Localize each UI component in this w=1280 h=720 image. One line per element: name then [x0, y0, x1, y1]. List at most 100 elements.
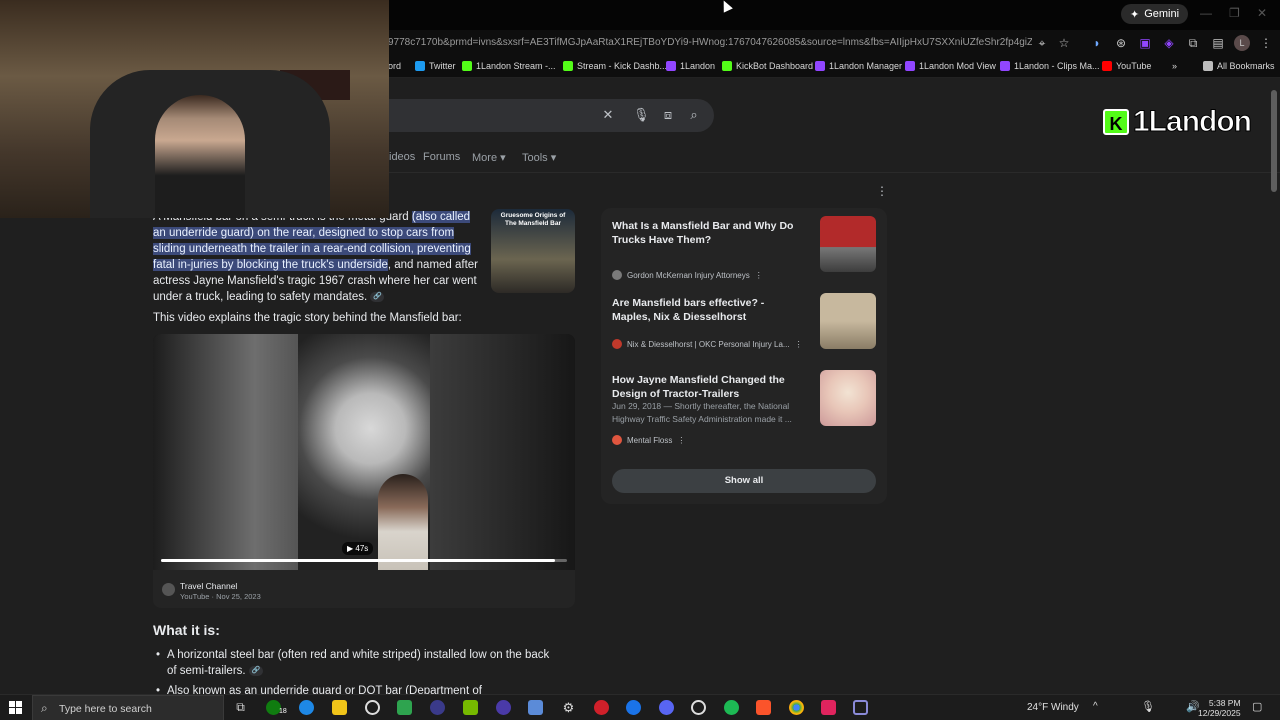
source-title[interactable]: How Jayne Mansfield Changed the Design o… — [612, 374, 802, 401]
channel-avatar — [162, 583, 175, 596]
more-options-icon[interactable]: ⋮ — [795, 340, 803, 349]
link-icon[interactable]: 🔗 — [248, 665, 263, 676]
clear-icon[interactable]: ✕ — [600, 107, 616, 123]
app-icon[interactable] — [853, 700, 868, 715]
bookmark-item[interactable]: 1Landon Stream -... — [462, 61, 556, 71]
windows-start-icon[interactable] — [9, 701, 22, 714]
source-thumbnail[interactable] — [820, 216, 876, 272]
weather-status[interactable]: 24°F Windy — [1027, 702, 1079, 713]
obs-icon[interactable] — [365, 700, 380, 715]
bookmark-star-icon[interactable]: ☆ — [1056, 35, 1072, 51]
source-title[interactable]: Are Mansfield bars effective? - Maples, … — [612, 297, 802, 324]
page-scrollbar[interactable] — [1271, 90, 1277, 192]
link-icon[interactable]: 🔗 — [370, 291, 385, 302]
bookmark-item[interactable]: All Bookmarks — [1203, 61, 1275, 71]
tab-videos[interactable]: ideos — [389, 151, 415, 163]
clock-date: 12/29/2025 — [1198, 708, 1241, 718]
file-explorer-icon[interactable] — [332, 700, 347, 715]
discord-icon[interactable] — [659, 700, 674, 715]
bookmark-item[interactable]: KickBot Dashboard — [722, 61, 813, 71]
tab-forums[interactable]: Forums — [423, 151, 460, 163]
bookmark-item[interactable]: 1Landon Manager — [815, 61, 902, 71]
app-icon[interactable] — [626, 700, 641, 715]
folder-icon — [1203, 61, 1213, 71]
chrome-icon[interactable] — [789, 700, 804, 715]
microphone-icon[interactable]: 🎙 — [1141, 700, 1155, 713]
menu-icon[interactable]: ⋮ — [1258, 35, 1274, 51]
video-progress-bar[interactable] — [161, 559, 567, 562]
calculator-icon[interactable] — [528, 700, 543, 715]
video-source[interactable]: Travel Channel YouTube · Nov 25, 2023 — [153, 570, 575, 608]
more-options-icon[interactable]: ⋮ — [677, 436, 685, 445]
maximize-icon[interactable]: ❐ — [1229, 6, 1240, 20]
bookmark-item[interactable]: 1Landon Mod View — [905, 61, 996, 71]
source-site: Nix & Diesselhorst | OKC Personal Injury… — [612, 339, 803, 349]
video-frame-left — [153, 334, 298, 570]
settings-gear-icon[interactable]: ⚙ — [561, 700, 576, 715]
spotify-icon[interactable] — [724, 700, 739, 715]
source-thumbnail[interactable] — [820, 293, 876, 349]
list-item: A horizontal steel bar (often red and wh… — [153, 647, 553, 679]
bookmark-label: 1Landon Manager — [829, 61, 903, 71]
app-icon[interactable] — [821, 700, 836, 715]
kick-icon — [563, 61, 573, 71]
source-title[interactable]: What Is a Mansfield Bar and Why Do Truck… — [612, 220, 802, 247]
show-all-button[interactable]: Show all — [612, 469, 876, 493]
bookmark-item[interactable]: Stream - Kick Dashb... — [563, 61, 667, 71]
tools-button[interactable]: Tools ▾ — [522, 151, 556, 164]
search-icon[interactable]: ⌕ — [686, 107, 702, 123]
store-icon[interactable] — [397, 700, 412, 715]
location-icon[interactable]: ⌖ — [1034, 35, 1050, 51]
bookmark-item[interactable]: 1Landon - Clips Ma... — [1000, 61, 1100, 71]
system-clock[interactable]: 5:38 PM 12/29/2025 — [1198, 698, 1241, 718]
source-card[interactable]: What Is a Mansfield Bar and Why Do Truck… — [612, 216, 877, 286]
more-options-icon[interactable]: ⋮ — [876, 184, 888, 198]
tab-more[interactable]: More ▾ — [472, 151, 506, 164]
search-icon: ⌕ — [41, 701, 48, 715]
bookmark-item[interactable]: ord — [388, 61, 401, 71]
microphone-icon[interactable]: 🎙 — [633, 107, 650, 123]
bookmark-label: 1Landon Stream -... — [476, 61, 556, 71]
bookmark-label: All Bookmarks — [1217, 61, 1275, 71]
extension-icon[interactable]: ⊛ — [1113, 35, 1129, 51]
app-icon[interactable] — [691, 700, 706, 715]
source-thumbnail[interactable] — [820, 370, 876, 426]
media-icon[interactable] — [496, 700, 511, 715]
chevron-up-icon[interactable]: ^ — [1093, 701, 1098, 712]
source-card[interactable]: How Jayne Mansfield Changed the Design o… — [612, 370, 877, 445]
url-text[interactable]: 9778c7170b&prmd=ivns&sxsrf=AE3TifMGJpAaR… — [388, 37, 1032, 48]
video-frame-right — [430, 334, 575, 570]
app-icon[interactable] — [594, 700, 609, 715]
extension-icon[interactable]: ◗ — [1089, 35, 1105, 51]
site-name: Gordon McKernan Injury Attorneys — [627, 270, 750, 280]
bookmark-item[interactable]: YouTube — [1102, 61, 1151, 71]
extension-icon[interactable]: ◈ — [1161, 35, 1177, 51]
puzzle-icon[interactable]: ⧉ — [1185, 35, 1201, 51]
edge-icon[interactable] — [299, 700, 314, 715]
more-bookmarks-icon[interactable]: » — [1172, 61, 1177, 71]
task-view-icon[interactable]: ⧉ — [233, 700, 248, 715]
sparkle-icon: ✦ — [1130, 8, 1140, 21]
gemini-button[interactable]: ✦ Gemini — [1121, 4, 1189, 24]
side-panel-icon[interactable]: ▤ — [1210, 35, 1226, 51]
video-player[interactable]: ▶ 47s — [153, 334, 575, 570]
video-thumbnail[interactable]: Gruesome Origins of The Mansfield Bar — [491, 209, 575, 293]
lens-icon[interactable]: ⧈ — [660, 107, 676, 123]
taskbar-search-input[interactable]: ⌕ Type here to search — [32, 695, 224, 720]
search-box[interactable]: ✕ 🎙 ⧈ ⌕ — [389, 99, 714, 132]
profile-avatar[interactable]: L — [1234, 35, 1250, 51]
nvidia-icon[interactable] — [463, 700, 478, 715]
brave-icon[interactable] — [756, 700, 771, 715]
twitch-extension-icon[interactable]: ▣ — [1137, 35, 1153, 51]
bookmark-item[interactable]: 1Landon — [666, 61, 715, 71]
channel-name: Travel Channel — [180, 581, 238, 591]
app-icon[interactable] — [430, 700, 445, 715]
video-duration: ▶ 47s — [342, 542, 374, 555]
close-window-icon[interactable]: ✕ — [1257, 6, 1267, 20]
bookmark-item[interactable]: Twitter — [415, 61, 456, 71]
minimize-icon[interactable]: — — [1200, 6, 1212, 20]
source-card[interactable]: Are Mansfield bars effective? - Maples, … — [612, 293, 877, 363]
more-options-icon[interactable]: ⋮ — [755, 271, 763, 280]
streamer-logo: K 1Landon — [1103, 104, 1277, 140]
notification-icon[interactable]: ▢ — [1252, 700, 1262, 713]
